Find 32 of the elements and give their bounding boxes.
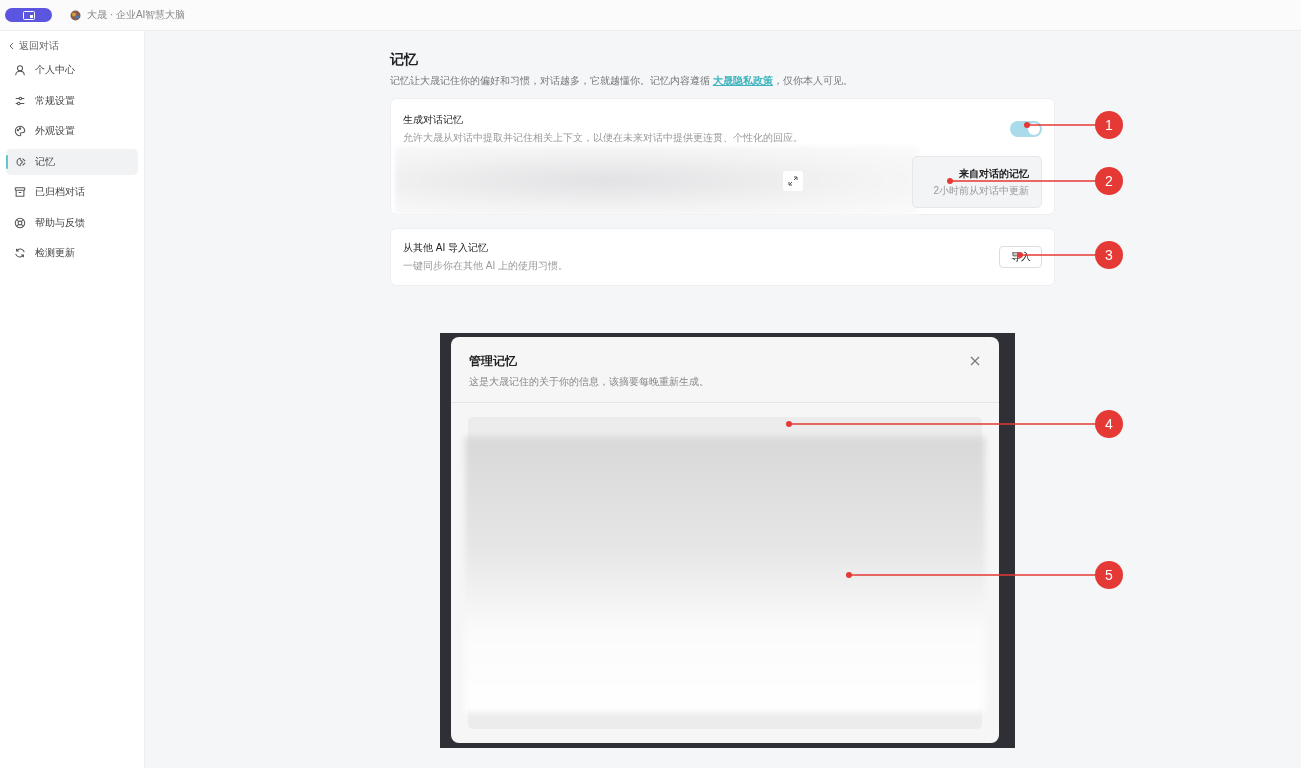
expand-icon[interactable] <box>783 171 803 191</box>
page-title: 记忆 <box>390 51 419 69</box>
sidebar-item[interactable]: 帮助与反馈 <box>6 209 138 236</box>
person-icon <box>14 64 26 76</box>
logo-icon <box>70 9 81 21</box>
sliders-icon <box>14 94 26 107</box>
sidebar-item[interactable]: 检测更新 <box>6 240 138 266</box>
app-title: 大晟 · 企业AI智慧大脑 <box>87 8 186 22</box>
memory-icon <box>14 155 26 168</box>
archive-icon <box>14 186 26 198</box>
sidebar-item[interactable]: 常规设置 <box>6 87 138 114</box>
app-switch-button[interactable] <box>5 8 52 22</box>
help-icon <box>14 216 26 229</box>
sidebar-item[interactable]: 记忆 <box>6 148 138 175</box>
sidebar-item[interactable]: 个人中心 <box>6 57 138 83</box>
chevron-left-icon <box>8 42 15 50</box>
refresh-icon <box>14 247 26 259</box>
close-icon[interactable] <box>969 355 981 367</box>
card-title: 生成对话记忆 <box>403 113 464 127</box>
page-description: 记忆让大晟记住你的偏好和习惯，对话越多，它就越懂你。记忆内容遵循 大晟隐私政策，仅你本人可见。 <box>390 74 854 88</box>
card-description: 一键同步你在其他 AI 上的使用习惯。 <box>403 259 568 273</box>
dialog-title: 管理记忆 <box>469 354 517 369</box>
sidebar-item[interactable]: 已归档对话 <box>6 179 138 205</box>
back-link[interactable]: 返回对话 <box>6 37 138 57</box>
window-icon <box>22 10 35 20</box>
dialog-subtitle: 这是大晟记住的关于你的信息，该摘要每晚重新生成。 <box>469 375 709 389</box>
card-description: 允许大晟从对话中提取并记住相关上下文，以便在未来对话中提供更连贯、个性化的回应。 <box>403 131 803 145</box>
source-title: 来自对话的记忆 <box>959 166 1029 181</box>
palette-icon <box>14 125 26 137</box>
card-title: 从其他 AI 导入记忆 <box>403 241 489 255</box>
source-subtitle: 2小时前从对话中更新 <box>933 183 1029 198</box>
sidebar-item[interactable]: 外观设置 <box>6 118 138 144</box>
